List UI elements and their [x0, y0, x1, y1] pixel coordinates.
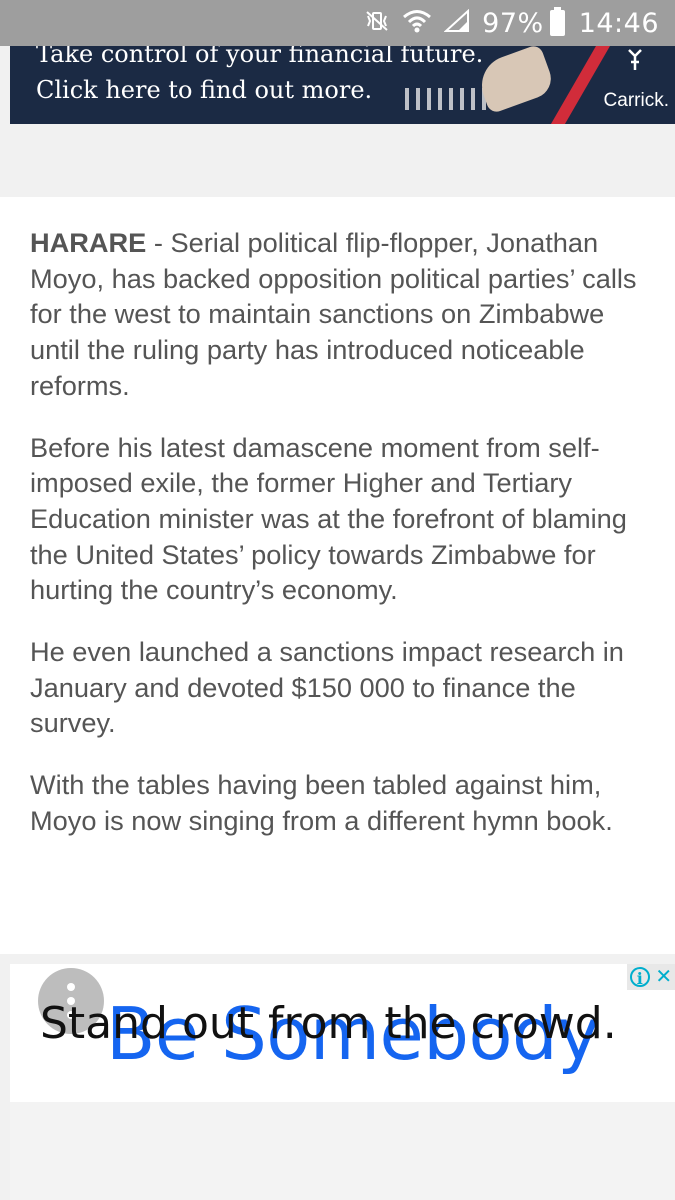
top-banner-ad[interactable]: Take control of your financial future. C… [10, 46, 675, 124]
mute-vibrate-icon [364, 10, 390, 36]
dateline: HARARE [30, 227, 147, 258]
hand-image [473, 46, 557, 115]
clock: 14:46 [578, 7, 659, 39]
info-icon[interactable]: i [629, 967, 650, 988]
brand-logo-icon [627, 48, 643, 78]
ad-body[interactable]: Stand out from the crowd. [40, 998, 617, 1049]
ad-brand: Carrick. [603, 90, 669, 111]
article-paragraph: With the tables having been tabled again… [30, 769, 613, 836]
article-body: HARARE - Serial political flip-flopper, … [0, 197, 675, 954]
ad-line-2: Click here to find out more. [36, 76, 373, 104]
status-bar: 97% 14:46 [0, 0, 675, 46]
close-icon[interactable]: ✕ [655, 967, 672, 987]
article-paragraph: HARARE - Serial political flip-flopper, … [30, 225, 645, 404]
ad-controls: i ✕ [627, 964, 675, 990]
article-paragraph: He even launched a sanctions impact rese… [30, 636, 624, 739]
signal-icon [443, 8, 470, 37]
battery-icon [549, 7, 565, 36]
wifi-icon [402, 9, 432, 37]
ad-line-1: Take control of your financial future. [36, 46, 484, 68]
battery-percentage: 97% [482, 7, 544, 39]
ad-body-area [10, 1102, 675, 1200]
bottom-ad[interactable]: i ✕ Be Somebody Stand out from the crowd… [10, 964, 675, 1200]
article-paragraph: Before his latest damascene moment from … [30, 431, 627, 606]
